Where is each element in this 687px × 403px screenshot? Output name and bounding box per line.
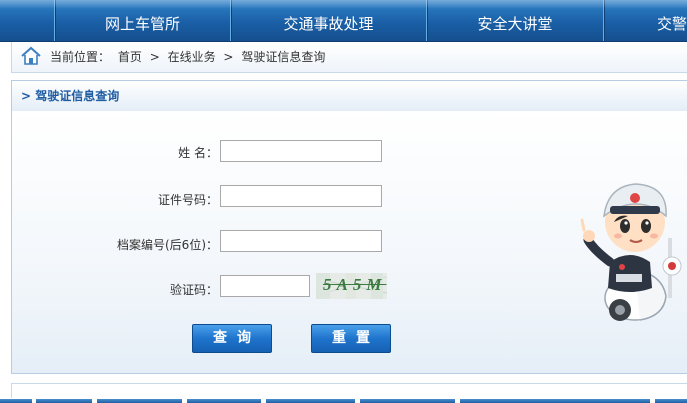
breadcrumb-current-page: 驾驶证信息查询 [241, 50, 326, 64]
breadcrumb-prefix: 当前位置： [50, 50, 111, 64]
police-mascot-illustration [580, 183, 682, 321]
captcha-text: 5A5M [323, 275, 387, 294]
breadcrumb-separator: > [223, 50, 234, 64]
footer-tab [97, 399, 182, 403]
footer-tab [460, 399, 650, 403]
captcha-input[interactable] [220, 275, 310, 297]
nav-item-online-vehicle-office[interactable]: 网上车管所 [54, 0, 230, 41]
breadcrumb-home-link[interactable]: 首页 [118, 50, 142, 64]
breadcrumb: 当前位置： 首页 > 在线业务 > 驾驶证信息查询 [11, 42, 687, 73]
top-navigation: 网上车管所 交通事故处理 安全大讲堂 交警风 [0, 0, 687, 42]
breadcrumb-online-business-link[interactable]: 在线业务 [168, 50, 216, 64]
nav-item-accident-handling[interactable]: 交通事故处理 [230, 0, 426, 41]
section-header: > 驾驶证信息查询 [11, 80, 687, 112]
id-number-label: 证件号码： [157, 193, 218, 207]
name-input[interactable] [220, 140, 382, 162]
home-icon [21, 46, 41, 65]
query-button[interactable]: 查询 [192, 324, 272, 353]
file-number-label: 档案编号(后6位)： [117, 238, 218, 252]
nav-item-safety-lecture[interactable]: 安全大讲堂 [426, 0, 603, 41]
footer-tab [0, 399, 32, 403]
breadcrumb-separator: > [149, 50, 160, 64]
footer-tab [266, 399, 355, 403]
bottom-panel [11, 383, 687, 398]
reset-button[interactable]: 重置 [311, 324, 391, 353]
id-number-input[interactable] [220, 185, 382, 207]
captcha-label: 验证码： [169, 283, 218, 297]
captcha-image[interactable]: 5A5M [316, 273, 387, 299]
nav-item-traffic-police[interactable]: 交警风 [603, 0, 687, 41]
name-label: 姓 名： [178, 146, 218, 160]
footer-tab [360, 399, 455, 403]
footer-tab [36, 399, 92, 403]
footer-tab [187, 399, 261, 403]
file-number-input[interactable] [220, 230, 382, 252]
section-title: > 驾驶证信息查询 [21, 89, 120, 103]
nav-left-decoration [0, 0, 54, 41]
footer-tab [655, 399, 687, 403]
